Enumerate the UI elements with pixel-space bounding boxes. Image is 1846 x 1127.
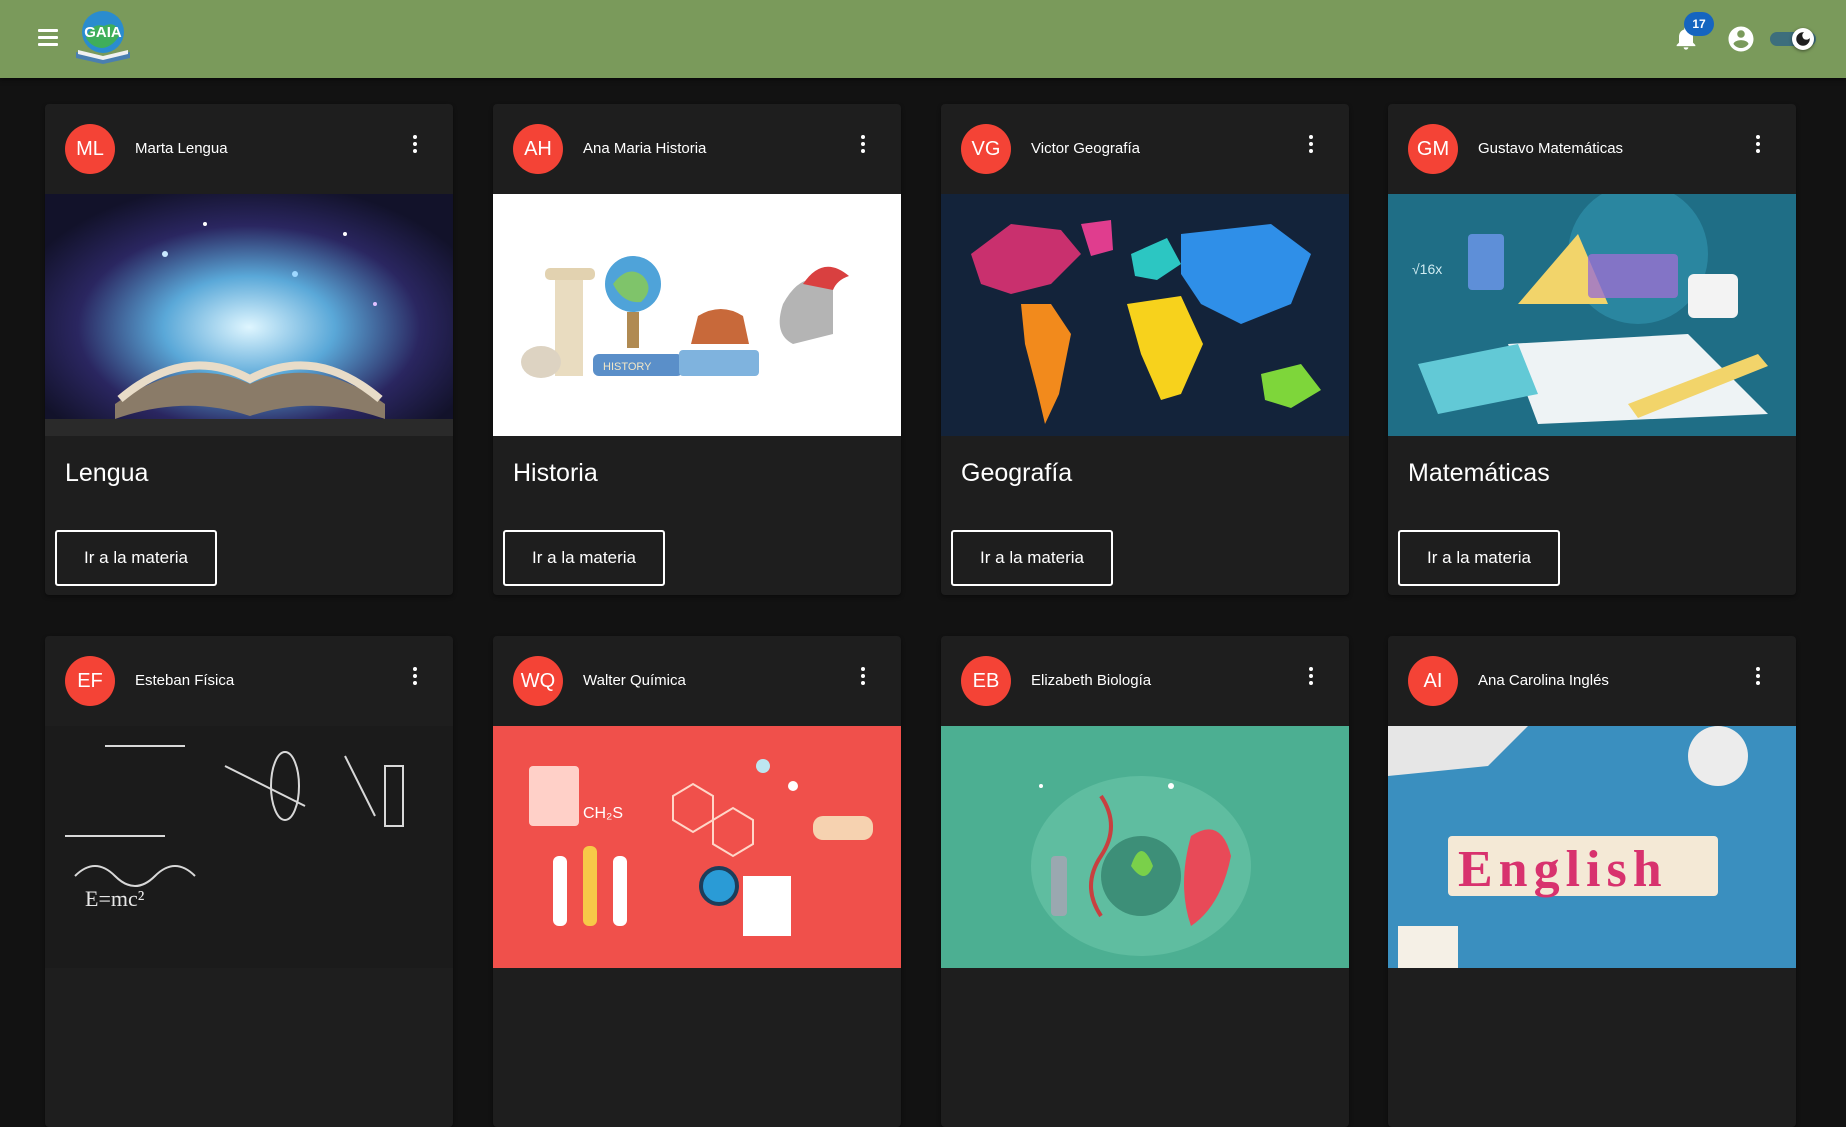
math-desk-image: √16x <box>1388 194 1796 436</box>
go-to-subject-button[interactable]: Ir a la materia <box>1398 530 1560 586</box>
more-vert-icon[interactable] <box>851 664 875 688</box>
teacher-avatar: VG <box>961 124 1011 174</box>
teacher-name: Elizabeth Biología <box>1031 672 1152 689</box>
course-card: WQ Walter Química CH₂S <box>493 636 901 1127</box>
card-header: ML Marta Lengua <box>45 104 453 194</box>
course-card: VG Victor Geografía Geografía Ir a la ma… <box>941 104 1349 595</box>
subject-title: Historia <box>513 459 598 487</box>
notification-badge: 17 <box>1684 12 1714 36</box>
go-to-subject-button[interactable]: Ir a la materia <box>55 530 217 586</box>
history-book-text: HISTORY <box>603 361 652 373</box>
physics-formula-text: E=mc² <box>85 886 145 911</box>
english-word-text: English <box>1458 841 1668 898</box>
course-card: GM Gustavo Matemáticas √16x Matemáticas … <box>1388 104 1796 595</box>
more-vert-icon[interactable] <box>403 132 427 156</box>
course-card: EF Esteban Física E=mc² <box>45 636 453 1127</box>
course-card: AH Ana Maria Historia HISTORY Historia I… <box>493 104 901 595</box>
logo-text: GAIA <box>84 24 122 41</box>
moon-icon <box>1796 32 1810 46</box>
english-letters-image: English <box>1388 726 1796 968</box>
more-vert-icon[interactable] <box>1746 132 1770 156</box>
teacher-avatar: GM <box>1408 124 1458 174</box>
teacher-avatar: EB <box>961 656 1011 706</box>
more-vert-icon[interactable] <box>851 132 875 156</box>
dark-mode-toggle[interactable] <box>1770 28 1816 50</box>
biology-science-image <box>941 726 1349 968</box>
chemistry-formula-text: CH₂S <box>583 805 623 822</box>
physics-blackboard-image: E=mc² <box>45 726 453 968</box>
card-header: WQ Walter Química <box>493 636 901 726</box>
teacher-avatar: AH <box>513 124 563 174</box>
go-to-subject-button[interactable]: Ir a la materia <box>951 530 1113 586</box>
teacher-name: Ana Maria Historia <box>583 140 707 157</box>
history-artifacts-image: HISTORY <box>493 194 901 436</box>
toggle-thumb <box>1792 28 1814 50</box>
course-card: EB Elizabeth Biología <box>941 636 1349 1127</box>
account-icon[interactable] <box>1726 24 1756 54</box>
open-book-image <box>45 194 453 436</box>
teacher-name: Ana Carolina Inglés <box>1478 672 1609 689</box>
teacher-avatar: AI <box>1408 656 1458 706</box>
more-vert-icon[interactable] <box>403 664 427 688</box>
teacher-name: Walter Química <box>583 672 686 689</box>
teacher-name: Marta Lengua <box>135 140 228 157</box>
teacher-name: Esteban Física <box>135 672 235 689</box>
gaia-logo[interactable]: GAIA <box>70 8 136 64</box>
chemistry-lab-image: CH₂S <box>493 726 901 968</box>
more-vert-icon[interactable] <box>1746 664 1770 688</box>
app-bar: GAIA 17 <box>0 0 1846 78</box>
course-card: AI Ana Carolina Inglés English <box>1388 636 1796 1127</box>
subject-title: Lengua <box>65 459 149 487</box>
go-to-subject-button[interactable]: Ir a la materia <box>503 530 665 586</box>
math-formula-text: √16x <box>1412 261 1442 277</box>
card-header: AH Ana Maria Historia <box>493 104 901 194</box>
card-header: AI Ana Carolina Inglés <box>1388 636 1796 726</box>
teacher-name: Victor Geografía <box>1031 140 1140 157</box>
more-vert-icon[interactable] <box>1299 664 1323 688</box>
menu-icon[interactable] <box>34 24 62 52</box>
more-vert-icon[interactable] <box>1299 132 1323 156</box>
subject-title: Matemáticas <box>1408 459 1550 487</box>
subject-title: Geografía <box>961 459 1073 487</box>
card-header: GM Gustavo Matemáticas <box>1388 104 1796 194</box>
teacher-name: Gustavo Matemáticas <box>1478 140 1624 157</box>
teacher-avatar: WQ <box>513 656 563 706</box>
card-header: EF Esteban Física <box>45 636 453 726</box>
course-card: ML Marta Lengua Lengua Ir a la materia <box>45 104 453 595</box>
card-header: VG Victor Geografía <box>941 104 1349 194</box>
teacher-avatar: ML <box>65 124 115 174</box>
teacher-avatar: EF <box>65 656 115 706</box>
card-header: EB Elizabeth Biología <box>941 636 1349 726</box>
world-map-image <box>941 194 1349 436</box>
